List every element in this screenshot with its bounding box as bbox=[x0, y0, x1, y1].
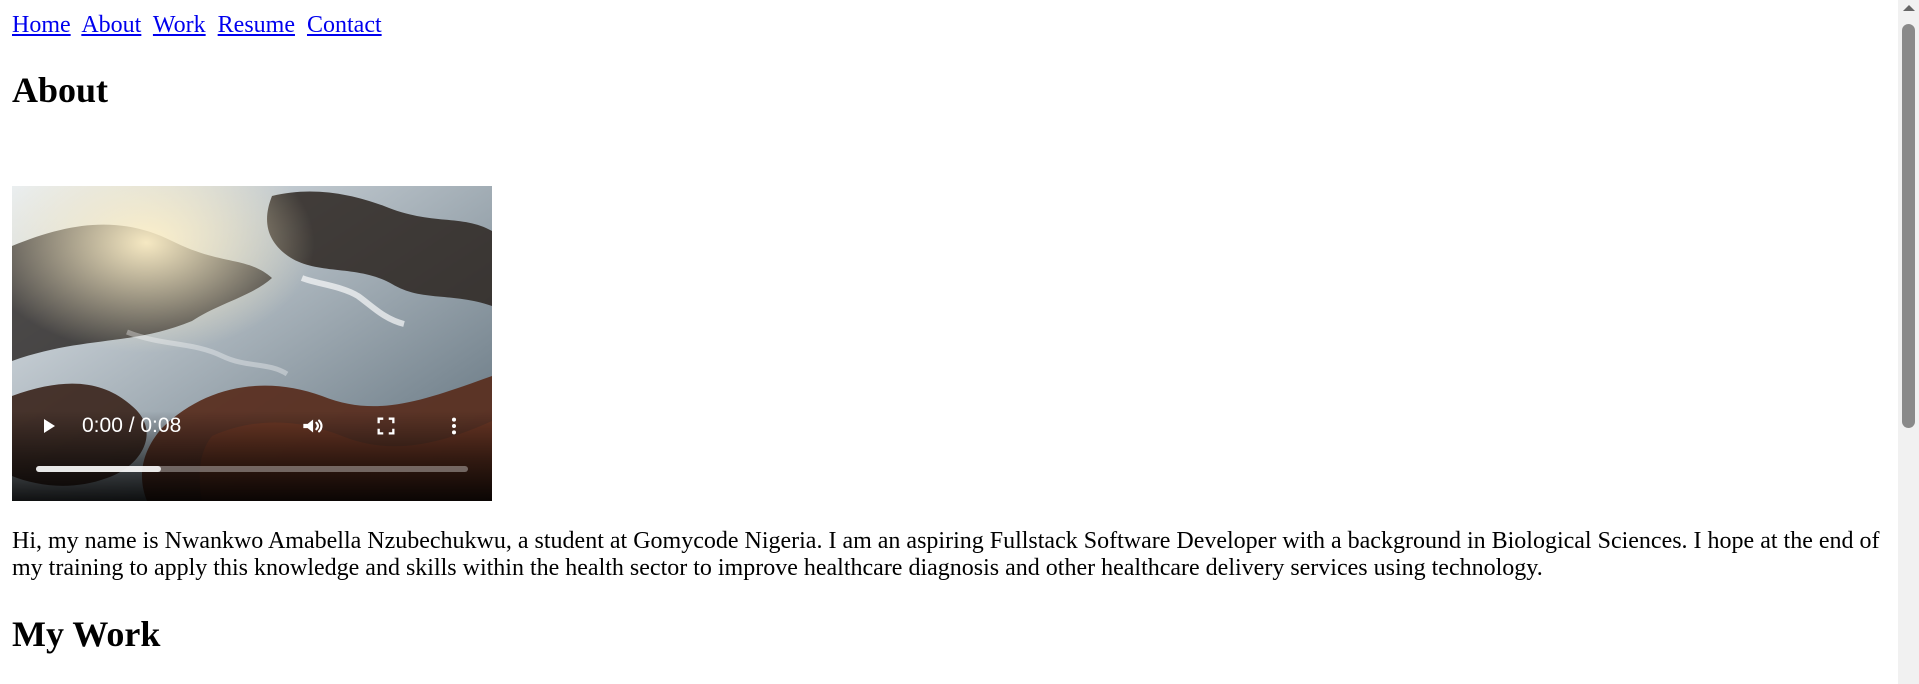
play-icon bbox=[36, 414, 60, 438]
nav-link-contact[interactable]: Contact bbox=[307, 12, 382, 38]
fullscreen-button[interactable] bbox=[372, 412, 400, 440]
page: Home About Work Resume Contact About 0:0… bbox=[0, 0, 1898, 684]
video-progress-buffered bbox=[36, 466, 162, 472]
chevron-up-icon bbox=[1902, 0, 1916, 18]
nav-link-resume[interactable]: Resume bbox=[218, 12, 295, 38]
play-button[interactable] bbox=[34, 412, 62, 440]
my-work-heading: My Work bbox=[12, 614, 161, 654]
nav-link-home[interactable]: Home bbox=[12, 12, 71, 38]
fullscreen-icon bbox=[375, 415, 397, 437]
vertical-scrollbar[interactable] bbox=[1898, 0, 1919, 684]
more-options-icon bbox=[443, 415, 465, 437]
more-options-button[interactable] bbox=[440, 412, 468, 440]
nav-link-work[interactable]: Work bbox=[153, 12, 206, 38]
scroll-up-button[interactable] bbox=[1898, 0, 1919, 18]
nav-link-about[interactable]: About bbox=[81, 12, 141, 38]
video-controls: 0:00 / 0:08 bbox=[12, 410, 492, 442]
about-heading: About bbox=[12, 70, 109, 110]
scrollbar-thumb[interactable] bbox=[1902, 24, 1915, 428]
volume-button[interactable] bbox=[298, 412, 326, 440]
volume-icon bbox=[299, 413, 325, 439]
about-paragraph: Hi, my name is Nwankwo Amabella Nzubechu… bbox=[12, 528, 1880, 581]
video-player[interactable]: 0:00 / 0:08 bbox=[12, 186, 492, 501]
top-nav: Home About Work Resume Contact bbox=[12, 12, 382, 38]
video-time-display: 0:00 / 0:08 bbox=[82, 414, 182, 437]
video-progress-bar[interactable] bbox=[36, 466, 468, 472]
